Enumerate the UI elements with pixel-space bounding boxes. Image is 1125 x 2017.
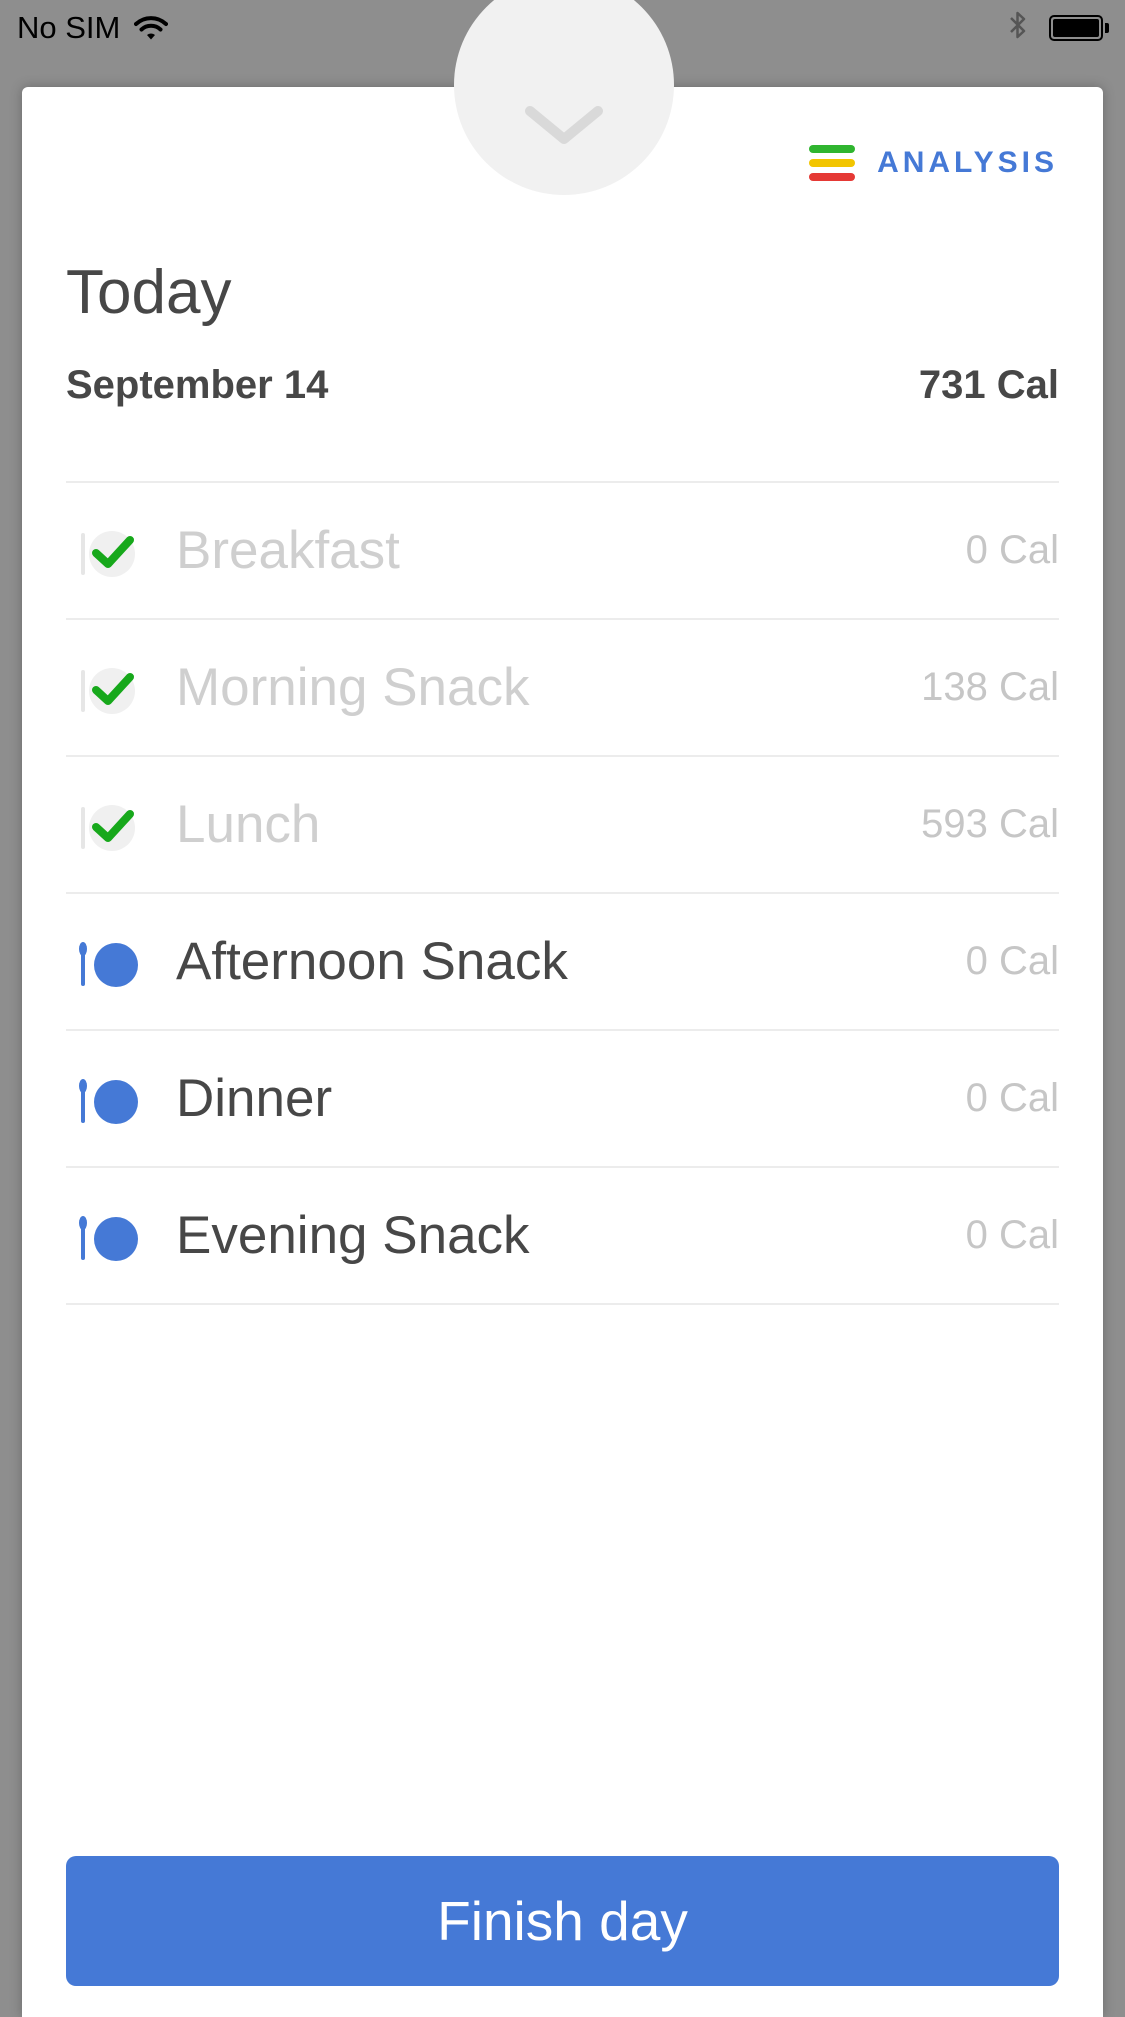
date-summary: September 14 731 Cal <box>66 363 1059 408</box>
analysis-bar-red <box>809 173 856 181</box>
meal-name: Evening Snack <box>176 1206 530 1265</box>
plate-icon <box>78 936 142 992</box>
meal-calories: 593 Cal <box>921 802 1059 846</box>
meal-row[interactable]: Lunch 593 Cal <box>66 757 1059 894</box>
meal-name: Dinner <box>176 1069 333 1128</box>
checkmark-icon <box>78 525 142 581</box>
analysis-bar-yellow <box>809 159 856 167</box>
status-right-group <box>1009 10 1109 45</box>
meal-calories: 0 Cal <box>965 528 1059 572</box>
meal-row[interactable]: Breakfast 0 Cal <box>66 483 1059 620</box>
analysis-bar-green <box>809 145 856 153</box>
meal-name: Lunch <box>176 795 321 854</box>
plate-icon <box>78 1073 142 1129</box>
meal-calories: 0 Cal <box>965 1213 1059 1257</box>
finish-day-button[interactable]: Finish day <box>66 1856 1059 1986</box>
analysis-label: ANALYSIS <box>877 146 1058 179</box>
meal-name: Breakfast <box>176 521 400 580</box>
meal-row[interactable]: Dinner 0 Cal <box>66 1031 1059 1168</box>
meal-list: Breakfast 0 Cal Morning Snack 138 Cal Lunch 5… <box>66 481 1059 1305</box>
meal-calories: 0 Cal <box>965 1076 1059 1120</box>
meal-name: Afternoon Snack <box>176 932 568 991</box>
collapse-handle[interactable] <box>454 0 674 195</box>
page-title: Today <box>66 258 232 327</box>
meal-row[interactable]: Evening Snack 0 Cal <box>66 1168 1059 1305</box>
checkmark-icon <box>78 662 142 718</box>
meal-row[interactable]: Morning Snack 138 Cal <box>66 620 1059 757</box>
total-calories: 731 Cal <box>918 363 1059 407</box>
date-label: September 14 <box>66 363 329 407</box>
meal-row[interactable]: Afternoon Snack 0 Cal <box>66 894 1059 1031</box>
checkmark-icon <box>78 799 142 855</box>
analysis-button[interactable]: ANALYSIS <box>809 145 1058 181</box>
plate-icon <box>78 1210 142 1266</box>
meal-name: Morning Snack <box>176 658 530 717</box>
meal-calories: 0 Cal <box>965 939 1059 983</box>
analysis-icon <box>809 145 856 181</box>
bluetooth-icon <box>1009 10 1027 45</box>
chevron-down-icon <box>525 106 603 144</box>
day-sheet: ANALYSIS Today September 14 731 Cal Brea… <box>22 0 1103 2017</box>
battery-icon <box>1049 14 1109 41</box>
meal-calories: 138 Cal <box>921 665 1059 709</box>
